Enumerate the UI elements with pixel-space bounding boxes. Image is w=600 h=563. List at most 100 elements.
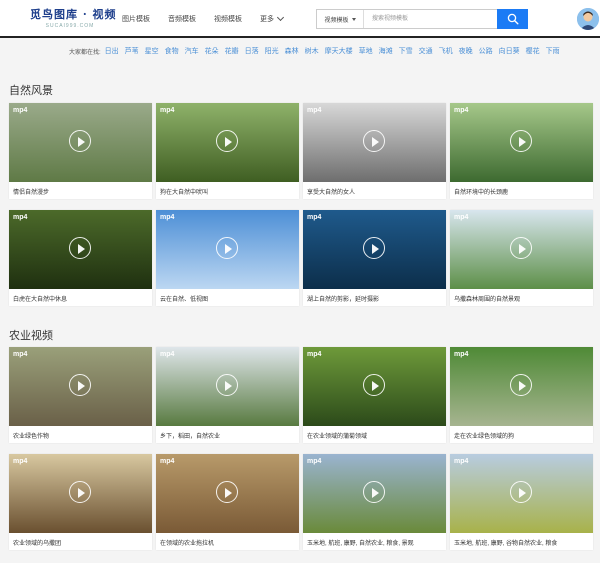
tag-link[interactable]: 星空 <box>145 46 159 56</box>
video-card[interactable]: mp4 乌撒森林周围的自然景观 <box>450 210 593 306</box>
tag-link[interactable]: 飞机 <box>439 46 453 56</box>
play-icon <box>363 374 385 396</box>
play-icon <box>510 130 532 152</box>
video-card[interactable]: mp4 湖上自然的剪影，延时摄影 <box>303 210 446 306</box>
video-caption: 情侣自然漫步 <box>13 190 50 196</box>
tag-link[interactable]: 樱花 <box>526 46 540 56</box>
play-icon <box>216 237 238 259</box>
format-badge: mp4 <box>160 351 175 358</box>
nav-item-more[interactable]: 更多 <box>260 13 285 24</box>
video-caption: 农业领域的乌撒团 <box>13 541 62 547</box>
video-card[interactable]: mp4 在领域的农业拖拉机 <box>156 454 299 550</box>
tag-link[interactable]: 芦苇 <box>125 46 139 56</box>
tag-link[interactable]: 花朵 <box>205 46 219 56</box>
tag-link[interactable]: 下雪 <box>399 46 413 56</box>
video-thumbnail: mp4 <box>9 210 152 289</box>
search-button[interactable] <box>497 9 528 29</box>
format-badge: mp4 <box>307 458 322 465</box>
video-caption: 在农业领域的蒲菊领域 <box>307 434 368 440</box>
search-type-label: 视频模板 <box>324 17 349 24</box>
section-title-nature: 自然风景 <box>9 85 53 97</box>
video-thumbnail: mp4 <box>156 347 299 426</box>
search-icon <box>507 13 519 25</box>
video-caption: 玉米地, 航班, 康野, 谷物自然农业, 粮食 <box>454 541 558 547</box>
play-icon <box>69 481 91 503</box>
play-icon <box>69 130 91 152</box>
nav-more-label: 更多 <box>260 16 274 23</box>
format-badge: mp4 <box>13 458 28 465</box>
play-icon <box>216 374 238 396</box>
tag-link[interactable]: 交通 <box>419 46 433 56</box>
tag-link[interactable]: 夜晚 <box>459 46 473 56</box>
format-badge: mp4 <box>454 458 469 465</box>
video-card[interactable]: mp4 乡下，稻田，自然农业 <box>156 347 299 443</box>
video-caption: 走在农业绿色领域的狗 <box>454 434 515 440</box>
video-card[interactable]: mp4 玉米地, 航班, 康野, 自然农业, 粮食, 景观 <box>303 454 446 550</box>
video-card[interactable]: mp4 狗在大自然中吠叫 <box>156 103 299 199</box>
video-caption: 玉米地, 航班, 康野, 自然农业, 粮食, 景观 <box>307 541 414 547</box>
video-card[interactable]: mp4 玉米地, 航班, 康野, 谷物自然农业, 粮食 <box>450 454 593 550</box>
video-card[interactable]: mp4 农业领域的乌撒团 <box>9 454 152 550</box>
play-icon <box>69 237 91 259</box>
video-thumbnail: mp4 <box>156 454 299 533</box>
tag-link[interactable]: 花瓣 <box>225 46 239 56</box>
tag-link[interactable]: 森林 <box>285 46 299 56</box>
video-thumbnail: mp4 <box>303 347 446 426</box>
video-caption: 乡下，稻田，自然农业 <box>160 434 221 440</box>
video-caption: 云在自然、低视图 <box>160 297 209 303</box>
nav-item-audio-templates[interactable]: 音频模板 <box>168 14 196 24</box>
tag-link[interactable]: 阳光 <box>265 46 279 56</box>
video-card[interactable]: mp4 白虎在大自然中休息 <box>9 210 152 306</box>
format-badge: mp4 <box>13 351 28 358</box>
play-icon <box>363 130 385 152</box>
tag-link[interactable]: 摩天大楼 <box>325 46 353 56</box>
search-input[interactable] <box>364 10 497 28</box>
video-thumbnail: mp4 <box>156 103 299 182</box>
nav-item-image-templates[interactable]: 图片模板 <box>122 14 150 24</box>
user-avatar[interactable] <box>577 8 599 30</box>
video-card[interactable]: mp4 走在农业绿色领域的狗 <box>450 347 593 443</box>
tag-link[interactable]: 汽车 <box>185 46 199 56</box>
main-nav: 图片模板 音频模板 视频模板 更多 <box>122 13 301 24</box>
logo-subtitle: SUCAI999.COM <box>45 23 95 29</box>
video-thumbnail: mp4 <box>9 103 152 182</box>
play-icon <box>69 374 91 396</box>
tags-label: 大家都在找: <box>69 49 101 56</box>
format-badge: mp4 <box>160 214 175 221</box>
tag-link[interactable]: 树木 <box>305 46 319 56</box>
chevron-down-icon <box>276 13 285 22</box>
popular-tags: 大家都在找: 日出 芦苇 星空 食物 汽车 花朵 花瓣 日落 阳光 森林 树木 … <box>69 46 599 56</box>
format-badge: mp4 <box>454 351 469 358</box>
video-card[interactable]: mp4 情侣自然漫步 <box>9 103 152 199</box>
video-caption: 在领域的农业拖拉机 <box>160 541 215 547</box>
tag-link[interactable]: 草地 <box>359 46 373 56</box>
video-card[interactable]: mp4 享受大自然的女人 <box>303 103 446 199</box>
format-badge: mp4 <box>307 351 322 358</box>
format-badge: mp4 <box>307 214 322 221</box>
video-card[interactable]: mp4 农业绿色作物 <box>9 347 152 443</box>
video-thumbnail: mp4 <box>450 210 593 289</box>
tag-link[interactable]: 日落 <box>245 46 259 56</box>
video-caption: 白虎在大自然中休息 <box>13 297 68 303</box>
site-logo[interactable]: 觅鸟图库 · 视频 SUCAI999.COM <box>30 6 117 29</box>
tag-link[interactable]: 公路 <box>479 46 493 56</box>
tag-link[interactable]: 下雨 <box>546 46 560 56</box>
format-badge: mp4 <box>160 107 175 114</box>
tag-link[interactable]: 食物 <box>165 46 179 56</box>
video-thumbnail: mp4 <box>156 210 299 289</box>
nav-item-video-templates[interactable]: 视频模板 <box>214 14 242 24</box>
search-type-select[interactable]: 视频模板 <box>317 10 364 28</box>
play-icon <box>510 374 532 396</box>
play-icon <box>363 481 385 503</box>
logo-title: 觅鸟图库 · 视频 <box>30 8 117 21</box>
tag-link[interactable]: 海滩 <box>379 46 393 56</box>
video-thumbnail: mp4 <box>450 103 593 182</box>
caret-down-icon <box>351 17 356 21</box>
tag-link[interactable]: 日出 <box>105 46 119 56</box>
video-caption: 湖上自然的剪影，延时摄影 <box>307 297 380 303</box>
video-card[interactable]: mp4 在农业领域的蒲菊领域 <box>303 347 446 443</box>
video-card[interactable]: mp4 云在自然、低视图 <box>156 210 299 306</box>
video-card[interactable]: mp4 自然环境中的长颈鹿 <box>450 103 593 199</box>
tag-link[interactable]: 向日葵 <box>499 46 520 56</box>
play-icon <box>363 237 385 259</box>
